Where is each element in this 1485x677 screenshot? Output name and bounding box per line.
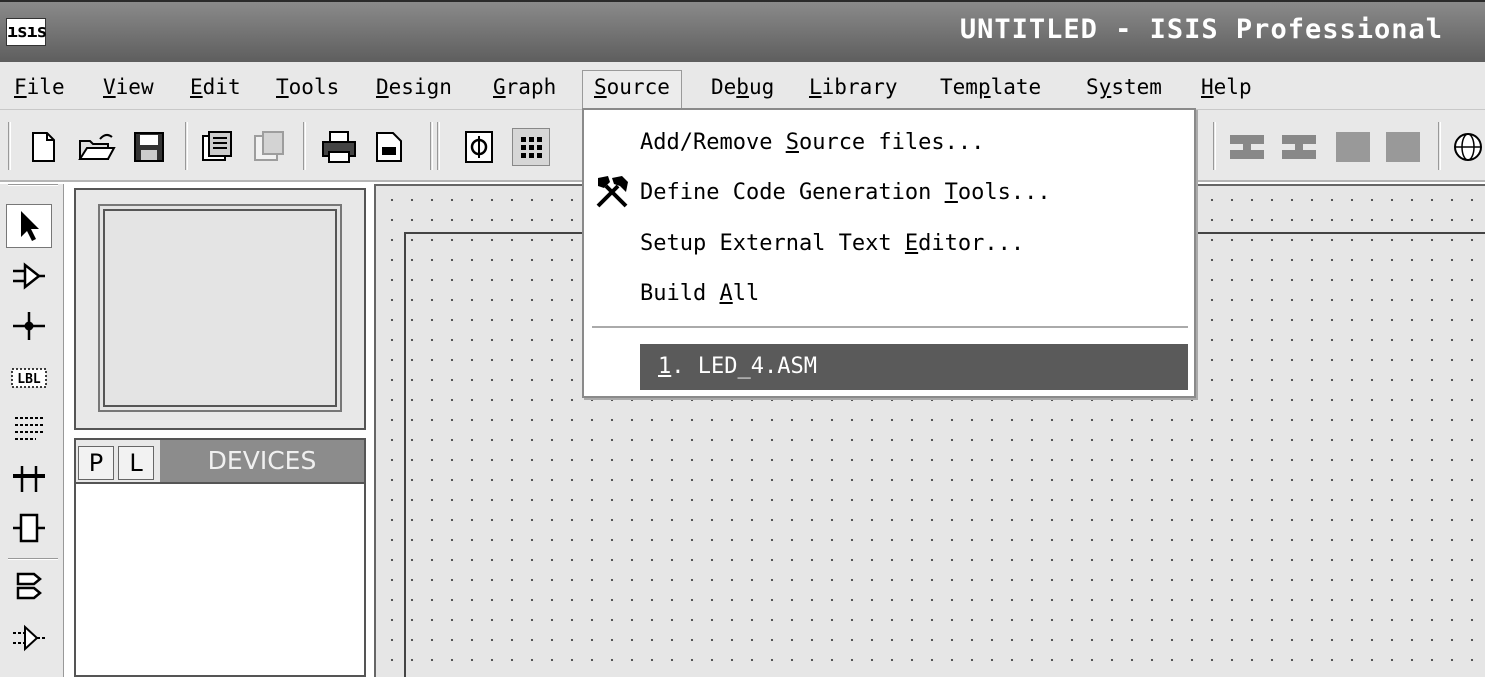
menu-source[interactable]: Source bbox=[582, 70, 682, 110]
toolbar-grip bbox=[437, 122, 440, 170]
bus-icon[interactable] bbox=[6, 456, 52, 500]
new-file-icon[interactable] bbox=[24, 128, 62, 166]
menu-tools[interactable]: Tools bbox=[272, 72, 343, 108]
block-fill-icon[interactable] bbox=[1334, 128, 1372, 166]
menu-template[interactable]: Template bbox=[936, 72, 1045, 108]
hammer-wrench-icon bbox=[592, 172, 634, 212]
text-script-icon[interactable] bbox=[6, 406, 52, 450]
globe-icon[interactable] bbox=[1452, 128, 1485, 166]
toolbar-separator bbox=[430, 122, 433, 170]
toolbar-separator bbox=[1438, 122, 1441, 170]
import-icon[interactable] bbox=[198, 128, 236, 166]
toolbar-separator bbox=[1213, 122, 1216, 170]
devices-panel: P L DEVICES bbox=[74, 438, 366, 677]
source-menu-dropdown: Add/Remove Source files... Define Code G… bbox=[582, 108, 1196, 398]
menu-debug[interactable]: Debug bbox=[707, 72, 778, 108]
menu-graph[interactable]: Graph bbox=[489, 72, 560, 108]
overview-sheet-outline bbox=[98, 204, 342, 412]
palette-separator bbox=[8, 558, 58, 560]
export-icon[interactable] bbox=[250, 128, 288, 166]
pick-devices-button[interactable]: P bbox=[78, 446, 114, 480]
align-bottom-icon[interactable] bbox=[1280, 128, 1318, 166]
print-icon[interactable] bbox=[320, 128, 358, 166]
open-folder-icon[interactable] bbox=[78, 128, 116, 166]
palette-separator bbox=[8, 184, 58, 186]
grid-icon[interactable] bbox=[512, 128, 550, 166]
define-code-generation-tools-item[interactable]: Define Code Generation Tools... bbox=[640, 173, 1051, 213]
isis-app-icon[interactable]: ısıs bbox=[6, 18, 47, 46]
menu-system[interactable]: System bbox=[1082, 72, 1166, 108]
devices-list[interactable] bbox=[76, 484, 364, 675]
library-manager-button[interactable]: L bbox=[118, 446, 154, 480]
menu-view[interactable]: View bbox=[99, 72, 158, 108]
page-setup-icon[interactable] bbox=[370, 128, 408, 166]
align-top-icon[interactable] bbox=[1228, 128, 1266, 166]
menu-edit[interactable]: Edit bbox=[186, 72, 245, 108]
toolbar-separator bbox=[303, 122, 306, 170]
menu-file[interactable]: File bbox=[10, 72, 69, 108]
build-all-item[interactable]: Build All bbox=[640, 274, 759, 314]
recent-source-file-item[interactable]: 1. LED_4.ASM bbox=[640, 344, 1188, 390]
block-fill-icon[interactable] bbox=[1384, 128, 1422, 166]
menu-bar: File View Edit Tools Design Graph Source… bbox=[0, 62, 1485, 110]
save-disk-icon[interactable] bbox=[130, 128, 168, 166]
menu-design[interactable]: Design bbox=[372, 72, 456, 108]
overview-window[interactable] bbox=[74, 188, 366, 430]
overview-viewport bbox=[103, 209, 337, 407]
menu-separator bbox=[592, 326, 1188, 328]
component-icon[interactable] bbox=[6, 254, 52, 298]
svg-text:LBL: LBL bbox=[17, 372, 41, 387]
title-bar: ısıs UNTITLED - ISIS Professional bbox=[0, 0, 1485, 62]
wire-label-icon[interactable]: LBL bbox=[6, 356, 52, 400]
device-pin-icon[interactable] bbox=[6, 616, 52, 660]
select-arrow-icon[interactable] bbox=[6, 204, 52, 248]
mode-palette: LBL bbox=[0, 184, 64, 677]
menu-help[interactable]: Help bbox=[1197, 72, 1256, 108]
toolbar-separator bbox=[185, 122, 188, 170]
menu-library[interactable]: Library bbox=[805, 72, 902, 108]
junction-dot-icon[interactable] bbox=[6, 304, 52, 348]
setup-external-text-editor-item[interactable]: Setup External Text Editor... bbox=[640, 224, 1024, 264]
devices-title: DEVICES bbox=[160, 440, 364, 482]
terminal-icon[interactable] bbox=[6, 564, 52, 608]
devices-header: P L DEVICES bbox=[76, 440, 364, 484]
add-remove-source-files-item[interactable]: Add/Remove Source files... bbox=[640, 123, 984, 163]
refresh-icon[interactable] bbox=[460, 128, 498, 166]
toolbar-grip bbox=[8, 122, 11, 170]
subcircuit-icon[interactable] bbox=[6, 506, 52, 550]
window-title: UNTITLED - ISIS Professional bbox=[959, 14, 1443, 45]
